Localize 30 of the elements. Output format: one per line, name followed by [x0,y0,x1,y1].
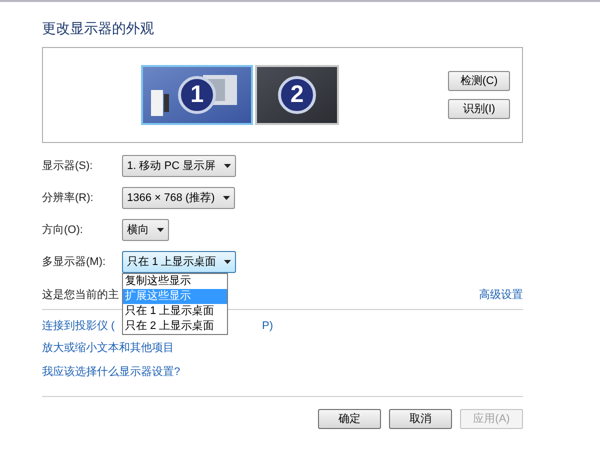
dialog-button[interactable]: 取消 [389,409,452,429]
caret-icon [222,196,230,200]
advanced-settings-link[interactable]: 高级设置 [479,286,523,304]
help-link[interactable]: 放大或缩小文本和其他项目 [42,340,523,356]
monitor-number: 2 [278,76,316,114]
primary-display-note: 这是您当前的主 [42,288,119,303]
projector-link[interactable]: 连接到投影仪 ( [42,318,115,334]
monitor-number: 1 [178,76,216,114]
caret-icon [224,260,232,264]
monitor-tile[interactable]: 1 [141,65,253,125]
page-title: 更改显示器的外观 [42,19,155,38]
dropdown[interactable]: 只在 1 上显示桌面 [122,251,236,273]
caret-icon [224,164,231,168]
dropdown[interactable]: 1366 × 768 (推荐) [122,187,235,209]
setting-label: 分辨率(R): [42,190,94,206]
setting-label: 显示器(S): [42,158,94,174]
panel-button[interactable]: 识别(I) [448,99,510,119]
dropdown[interactable]: 横向 [122,219,169,241]
dropdown-option[interactable]: 只在 1 上显示桌面 [123,304,227,319]
help-link[interactable]: 我应该选择什么显示器设置? [42,364,523,380]
setting-label: 多显示器(M): [42,254,107,270]
setting-label: 方向(O): [42,222,84,238]
dropdown-option[interactable]: 复制这些显示 [123,274,227,289]
monitor-tile[interactable]: 2 [255,65,339,125]
dropdown-option[interactable]: 只在 2 上显示桌面 [123,319,227,334]
panel-button[interactable]: 检测(C) [448,71,510,91]
dialog-button[interactable]: 确定 [318,409,381,429]
projector-link[interactable]: P) [262,318,273,334]
caret-icon [157,228,164,232]
dropdown[interactable]: 1. 移动 PC 显示屏 [122,155,236,177]
